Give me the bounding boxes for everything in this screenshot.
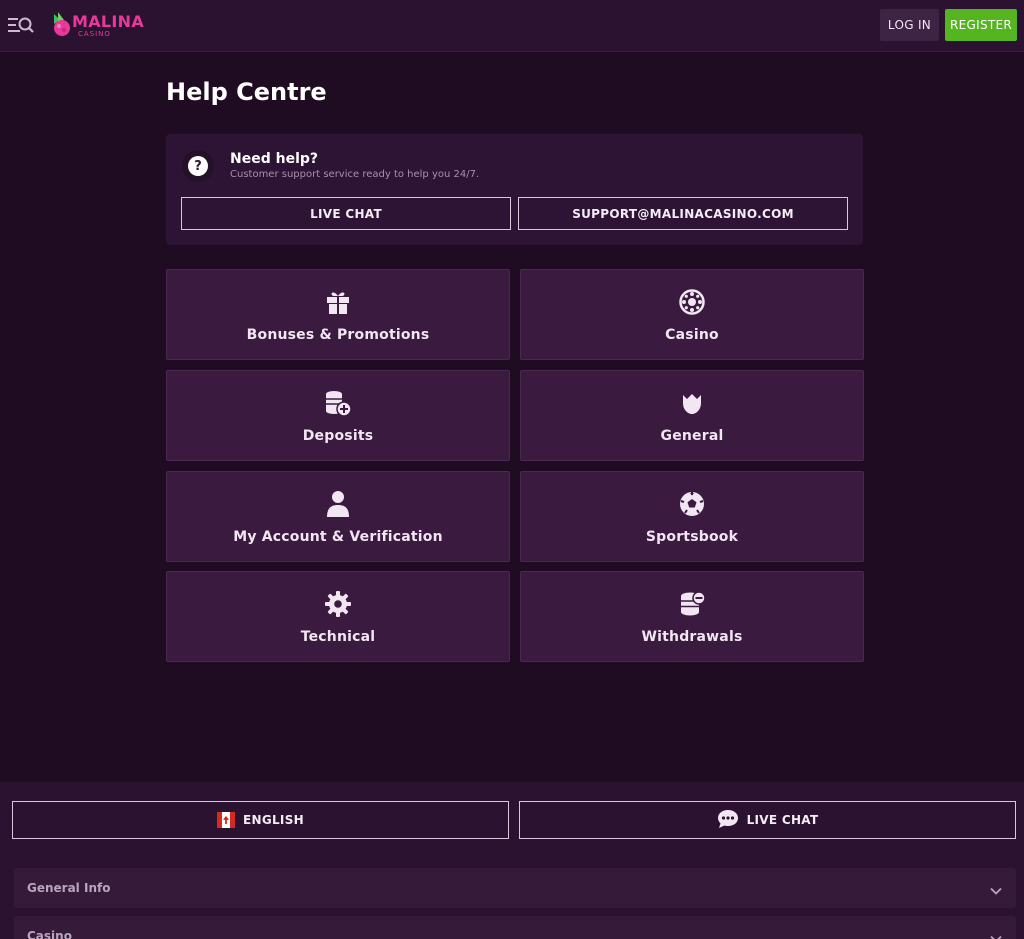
- coins-minus-icon: [678, 590, 706, 618]
- category-technical[interactable]: Technical: [166, 571, 510, 662]
- category-general[interactable]: General: [520, 370, 864, 461]
- category-deposits[interactable]: Deposits: [166, 370, 510, 461]
- accordion-general-info[interactable]: General Info: [14, 868, 1016, 908]
- menu-search-icon[interactable]: [8, 14, 34, 36]
- user-icon: [324, 490, 352, 518]
- accordion-title: General Info: [27, 881, 111, 895]
- logo-subtext: CASINO: [78, 30, 111, 38]
- canada-flag-icon: [217, 812, 235, 828]
- coins-plus-icon: [324, 389, 352, 417]
- accordion-title: Casino: [27, 929, 72, 939]
- register-button[interactable]: REGISTER: [945, 9, 1017, 41]
- page-title: Help Centre: [166, 78, 327, 106]
- footer-live-chat-label: LIVE CHAT: [746, 813, 819, 827]
- language-label: ENGLISH: [243, 813, 304, 827]
- live-chat-button[interactable]: LIVE CHAT: [181, 197, 511, 230]
- category-bonuses-promotions[interactable]: Bonuses & Promotions: [166, 269, 510, 360]
- chevron-down-icon: [990, 882, 1002, 895]
- malina-logo[interactable]: MALINA CASINO: [48, 8, 144, 42]
- category-label: My Account & Verification: [233, 529, 443, 545]
- category-withdrawals[interactable]: Withdrawals: [520, 571, 864, 662]
- category-label: Sportsbook: [645, 529, 739, 545]
- footer-live-chat-button[interactable]: LIVE CHAT: [519, 801, 1016, 839]
- need-help-subtitle: Customer support service ready to help y…: [230, 169, 480, 180]
- language-button[interactable]: ENGLISH: [12, 801, 509, 839]
- category-label: Technical: [300, 629, 376, 645]
- top-bar: MALINA CASINO LOG IN REGISTER: [0, 0, 1024, 52]
- gear-icon: [324, 590, 352, 618]
- footer: ENGLISH LIVE CHAT General Info Casino: [0, 782, 1024, 939]
- need-help-title: Need help?: [230, 151, 319, 167]
- need-help-card: ? Need help? Customer support service re…: [166, 134, 863, 245]
- category-label: Withdrawals: [641, 629, 743, 645]
- category-label: General: [660, 428, 724, 444]
- category-label: Bonuses & Promotions: [246, 327, 430, 343]
- category-label: Casino: [665, 327, 719, 343]
- gift-icon: [324, 288, 352, 316]
- raspberry-icon: [678, 389, 706, 417]
- category-label: Deposits: [302, 428, 374, 444]
- category-casino[interactable]: Casino: [520, 269, 864, 360]
- soccer-ball-icon: [678, 490, 706, 518]
- category-my-account-verification[interactable]: My Account & Verification: [166, 471, 510, 562]
- question-icon: ?: [182, 150, 214, 182]
- category-sportsbook[interactable]: Sportsbook: [520, 471, 864, 562]
- roulette-icon: [678, 288, 706, 316]
- logo-text: MALINA: [72, 12, 145, 31]
- chevron-down-icon: [990, 930, 1002, 939]
- login-button[interactable]: LOG IN: [880, 9, 939, 41]
- support-email-button[interactable]: SUPPORT@MALINACASINO.COM: [518, 197, 848, 230]
- accordion-casino[interactable]: Casino: [14, 916, 1016, 939]
- chat-bubble-icon: [717, 809, 739, 832]
